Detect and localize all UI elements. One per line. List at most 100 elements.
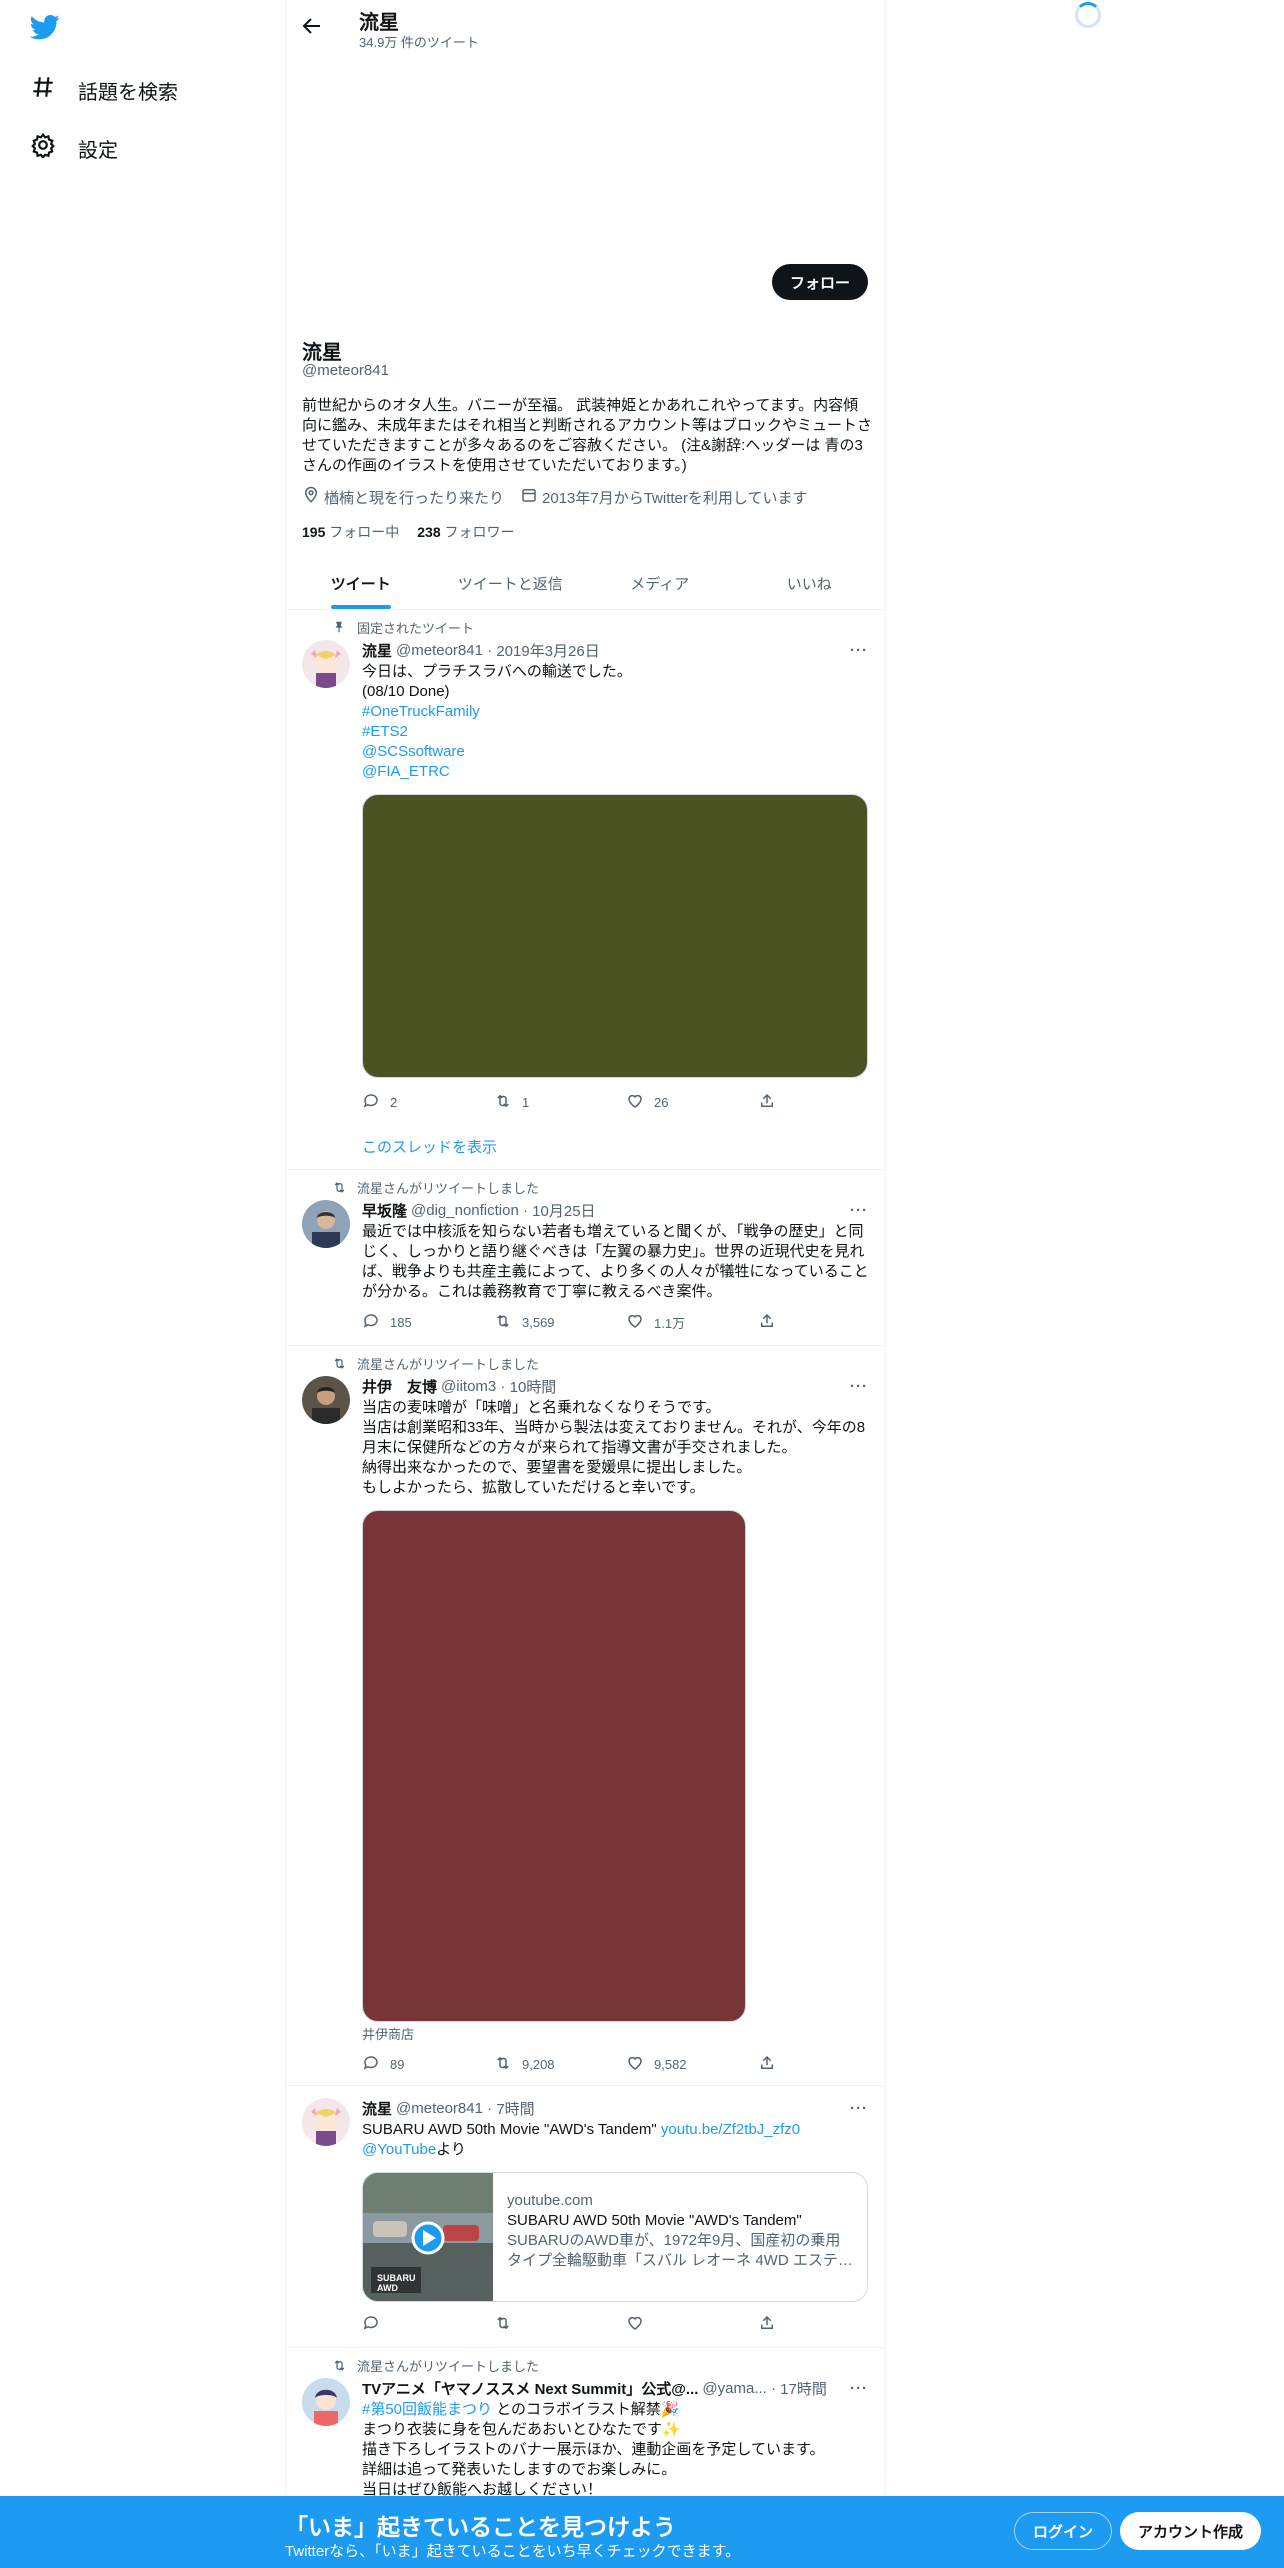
retweet-icon: [494, 1092, 512, 1113]
followers-link[interactable]: 238 フォロワー: [417, 522, 514, 542]
tweet-image[interactable]: [362, 1510, 746, 2022]
retweet-button[interactable]: 1: [494, 1092, 626, 1113]
avatar[interactable]: [302, 1200, 350, 1248]
reply-count: 89: [390, 2057, 405, 2072]
tweet-author-handle: @meteor841: [396, 642, 483, 659]
tweet-actions: 89 9,208 9,582: [362, 2054, 782, 2075]
share-icon: [758, 1312, 776, 1333]
like-button[interactable]: 9,582: [626, 2054, 758, 2075]
share-button[interactable]: [758, 2054, 776, 2075]
profile-location: 楢楠と現を行ったり来たり: [324, 489, 505, 507]
tweet-text: 当店の麦味噌が「味噌」と名乗れなくなりそうです。 当店は創業昭和33年、当時から…: [362, 1399, 866, 1496]
retweet-icon: [494, 1312, 512, 1333]
reply-button[interactable]: 89: [362, 2054, 494, 2075]
nav-explore[interactable]: 話題を検索: [30, 74, 178, 106]
nav-settings[interactable]: 設定: [30, 132, 118, 164]
tweet-time[interactable]: 2019年3月26日: [496, 640, 599, 661]
tweet-time[interactable]: 10月25日: [532, 1200, 595, 1221]
more-options-icon[interactable]: ···: [850, 1378, 868, 1395]
more-options-icon[interactable]: ···: [850, 2380, 868, 2397]
reply-icon: [362, 2314, 380, 2335]
avatar[interactable]: [302, 2098, 350, 2146]
back-arrow-icon[interactable]: [300, 14, 324, 38]
like-button[interactable]: 26: [626, 1092, 758, 1113]
retweet-button[interactable]: [494, 2314, 626, 2335]
media-caption: 井伊商店: [362, 2027, 415, 2042]
share-button[interactable]: [758, 1312, 776, 1333]
hashtag-link[interactable]: #ETS2: [362, 722, 872, 742]
tweet-time[interactable]: 7時間: [496, 2098, 534, 2119]
tweet-text-line: (08/10 Done): [362, 683, 450, 700]
reply-button[interactable]: [362, 2314, 494, 2335]
tweet-header: 早坂隆 @dig_nonfiction · 10月25日 ···: [362, 1200, 868, 1221]
more-options-icon[interactable]: ···: [850, 1202, 868, 1219]
tab-media[interactable]: メディア: [585, 558, 735, 609]
tweet-time[interactable]: 17時間: [780, 2378, 827, 2399]
tweet-author-name[interactable]: 早坂隆: [362, 1200, 407, 1221]
reply-icon: [362, 1312, 380, 1333]
main-column: 流星 34.9万 件のツイート フォロー 流星 @meteor841 前世紀から…: [285, 0, 885, 2568]
retweet-button[interactable]: 9,208: [494, 2054, 626, 2075]
show-thread-link[interactable]: このスレッドを表示: [362, 1136, 497, 1157]
profile-handle: @meteor841: [302, 362, 389, 379]
share-button[interactable]: [758, 1092, 776, 1113]
reply-button[interactable]: 2: [362, 1092, 494, 1113]
link-card[interactable]: SUBARU AWD youtube.com SUBARU AWD 50th M…: [362, 2172, 868, 2302]
tweet-image[interactable]: [362, 794, 868, 1078]
like-button[interactable]: [626, 2314, 758, 2335]
loading-spinner-icon: [1075, 2, 1101, 28]
tweet[interactable]: 流星さんがリツイートしました 井伊 友博 @iitom3 · 10時間 ··· …: [286, 1346, 884, 2086]
twitter-logo-icon[interactable]: [29, 12, 66, 48]
reply-button[interactable]: 185: [362, 1312, 494, 1333]
tweet-author-name[interactable]: 流星: [362, 2098, 392, 2119]
tweet[interactable]: 流星さんがリツイートしました 早坂隆 @dig_nonfiction · 10月…: [286, 1170, 884, 1346]
tweet-time[interactable]: 10時間: [510, 1376, 557, 1397]
follow-button[interactable]: フォロー: [771, 264, 868, 300]
avatar[interactable]: [302, 1376, 350, 1424]
tweet-actions: 2 1 26: [362, 1092, 782, 1113]
tab-tweets[interactable]: ツイート: [286, 558, 436, 609]
tweet-author-name[interactable]: TVアニメ「ヤマノススメ Next Summit」公式@...: [362, 2378, 698, 2399]
card-body: youtube.com SUBARU AWD 50th Movie "AWD's…: [493, 2173, 867, 2301]
mention-link[interactable]: @YouTube: [362, 2141, 436, 2158]
mention-link[interactable]: @SCSsoftware: [362, 742, 872, 762]
tweet[interactable]: 固定されたツイート 流星さんがリツイートしました TVアニメ「ヤマノススメ Ne…: [286, 2348, 884, 2498]
nav-explore-label: 話題を検索: [78, 81, 178, 104]
tweet-text-line: 描き下ろしイラストのバナー展示ほか、連動企画を予定しています。: [362, 2441, 825, 2458]
tweet-header: 井伊 友博 @iitom3 · 10時間 ···: [362, 1376, 868, 1397]
mention-link[interactable]: @FIA_ETRC: [362, 762, 872, 782]
tweet-text: SUBARU AWD 50th Movie "AWD's Tandem" you…: [362, 2120, 872, 2160]
tweet-author-handle: @iitom3: [441, 1378, 497, 1395]
tab-tweets-replies[interactable]: ツイートと返信: [436, 558, 586, 609]
tab-likes[interactable]: いいね: [735, 558, 885, 609]
tweet[interactable]: 流星 @meteor841 · 7時間 ··· SUBARU AWD 50th …: [286, 2086, 884, 2348]
location-icon: [302, 486, 320, 508]
tweet[interactable]: 固定されたツイート 流星 @meteor841 · 2019年3月26日 ···…: [286, 610, 884, 1170]
tweet-text-line: 今日は、プラチスラバへの輸送でした。: [362, 663, 632, 680]
like-button[interactable]: 1.1万: [626, 1312, 758, 1333]
hashtag-link[interactable]: #OneTruckFamily: [362, 702, 872, 722]
tweet-header: 流星 @meteor841 · 7時間 ···: [362, 2098, 868, 2119]
following-link[interactable]: 195 フォロー中: [302, 522, 399, 542]
share-button[interactable]: [758, 2314, 776, 2335]
tweet-author-handle: @yama...: [702, 2380, 767, 2397]
more-options-icon[interactable]: ···: [850, 642, 868, 659]
retweet-button[interactable]: 3,569: [494, 1312, 626, 1333]
retweet-count: 1: [522, 1095, 530, 1110]
profile-bio: 前世紀からのオタ人生。バニーが至福。 武装神姫とかあれこれやってます。内容傾向に…: [302, 397, 873, 474]
more-options-icon[interactable]: ···: [850, 2100, 868, 2117]
banner-title: 「いま」起きていることを見つけよう: [285, 2514, 676, 2540]
reply-icon: [362, 1092, 380, 1113]
tweet-author-name[interactable]: 井伊 友博: [362, 1376, 437, 1397]
tweet-author-handle: @dig_nonfiction: [411, 1202, 519, 1219]
tweet-context-label: 流星さんがリツイートしました: [357, 1181, 540, 1196]
tweet-author-name[interactable]: 流星: [362, 640, 392, 661]
hashtag-link[interactable]: #第50回飯能まつり: [362, 2401, 492, 2418]
login-button[interactable]: ログイン: [1014, 2512, 1113, 2550]
url-link[interactable]: youtu.be/Zf2tbJ_zfz0: [661, 2121, 800, 2138]
avatar[interactable]: [302, 640, 350, 688]
profile-tabs: ツイート ツイートと返信 メディア いいね: [286, 558, 884, 610]
like-count: 1.1万: [654, 1316, 686, 1331]
signup-button[interactable]: アカウント作成: [1120, 2512, 1262, 2550]
avatar[interactable]: [302, 2378, 350, 2426]
